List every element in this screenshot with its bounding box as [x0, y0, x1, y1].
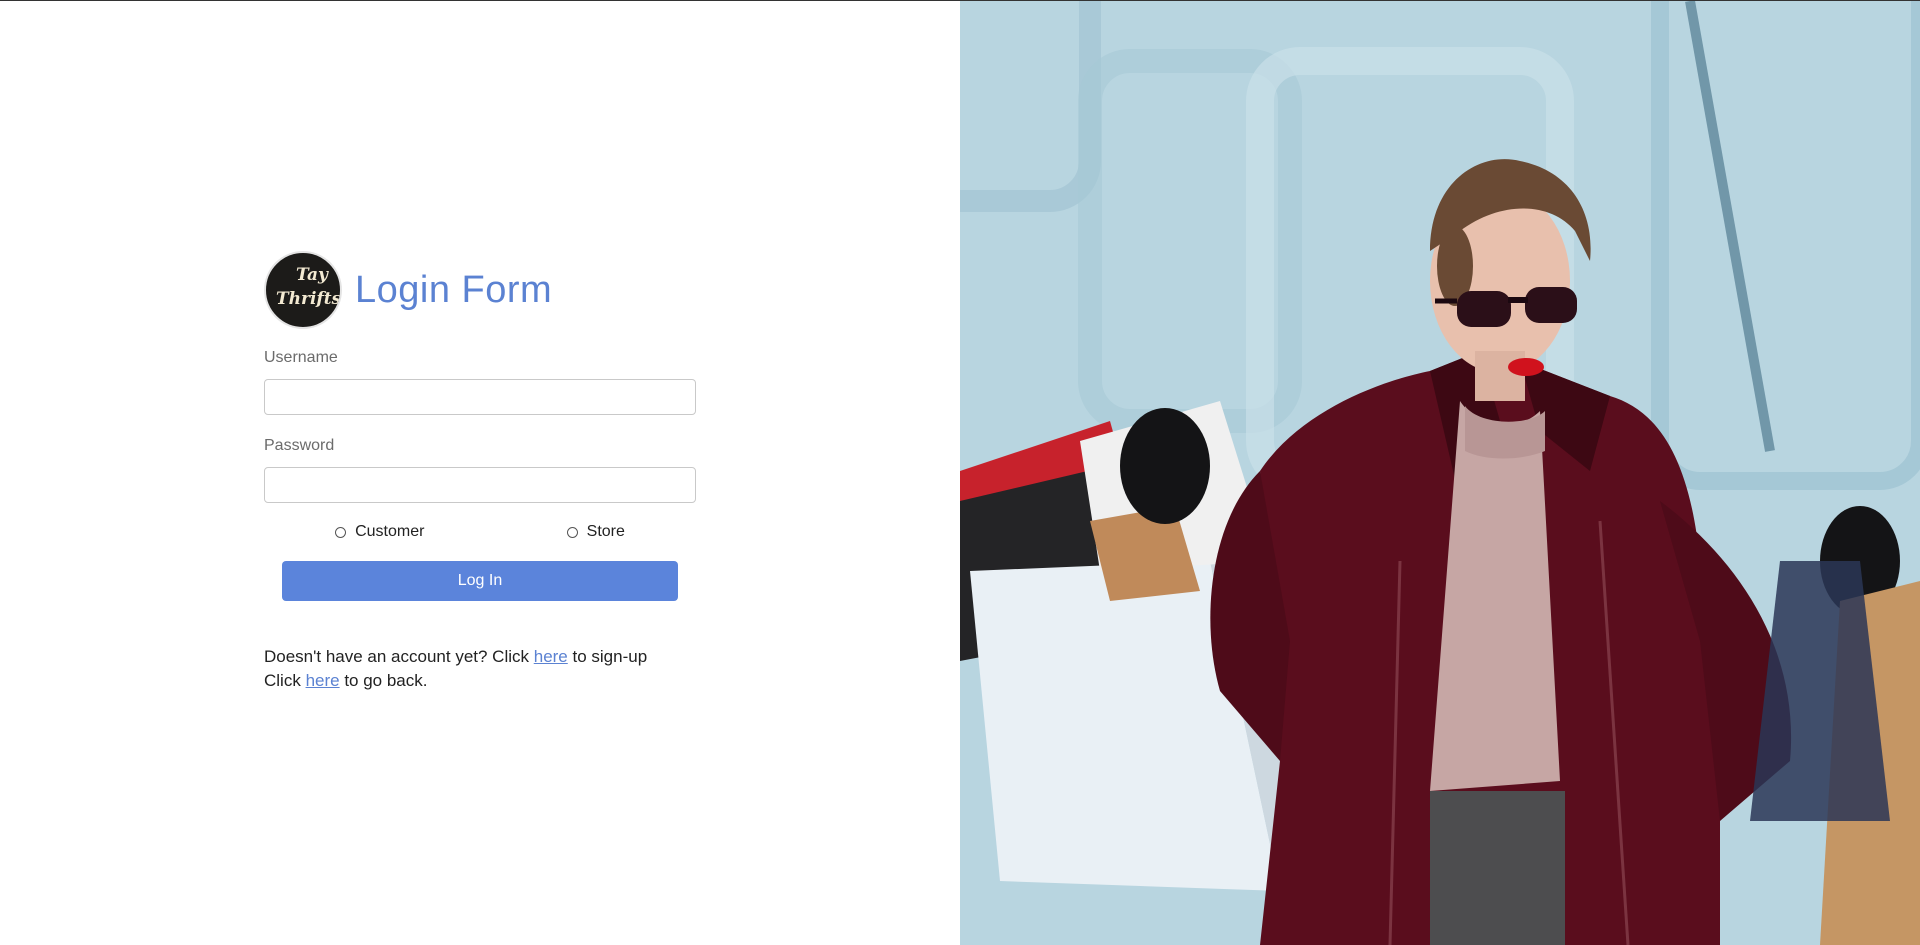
store-radio-label: Store: [586, 523, 625, 540]
password-input[interactable]: [264, 467, 696, 503]
role-selector: Customer Store: [264, 523, 696, 541]
logo-text-line1: Tay: [296, 265, 328, 285]
signup-line: Doesn't have an account yet? Click here …: [264, 645, 696, 669]
password-label: Password: [264, 437, 335, 454]
shopping-woman-photo-icon: [960, 1, 1920, 945]
back-suffix: to go back.: [339, 671, 428, 690]
role-option-customer[interactable]: Customer: [335, 523, 424, 541]
store-radio[interactable]: [566, 526, 578, 538]
back-link[interactable]: here: [306, 671, 340, 690]
page-title: Login Form: [355, 268, 553, 311]
login-form: Tay Thrifts Login Form Username Password…: [264, 251, 696, 693]
brand-header: Tay Thrifts Login Form: [264, 251, 696, 329]
back-prefix: Click: [264, 671, 306, 690]
customer-radio-label: Customer: [355, 523, 425, 540]
brand-logo-icon: Tay Thrifts: [264, 251, 342, 329]
signup-prefix: Doesn't have an account yet? Click: [264, 647, 534, 666]
hero-photo: [960, 1, 1920, 945]
username-label: Username: [264, 349, 338, 366]
logo-text-line2: Thrifts: [276, 289, 342, 309]
role-option-store[interactable]: Store: [566, 523, 625, 541]
customer-radio[interactable]: [335, 526, 347, 538]
login-button[interactable]: Log In: [282, 561, 678, 601]
signup-link[interactable]: here: [534, 647, 568, 666]
page: Tay Thrifts Login Form Username Password…: [0, 0, 1920, 945]
back-line: Click here to go back.: [264, 669, 696, 693]
login-pane: Tay Thrifts Login Form Username Password…: [0, 1, 960, 945]
signup-suffix: to sign-up: [567, 647, 648, 666]
username-input[interactable]: [264, 379, 696, 415]
helper-text: Doesn't have an account yet? Click here …: [264, 645, 696, 693]
